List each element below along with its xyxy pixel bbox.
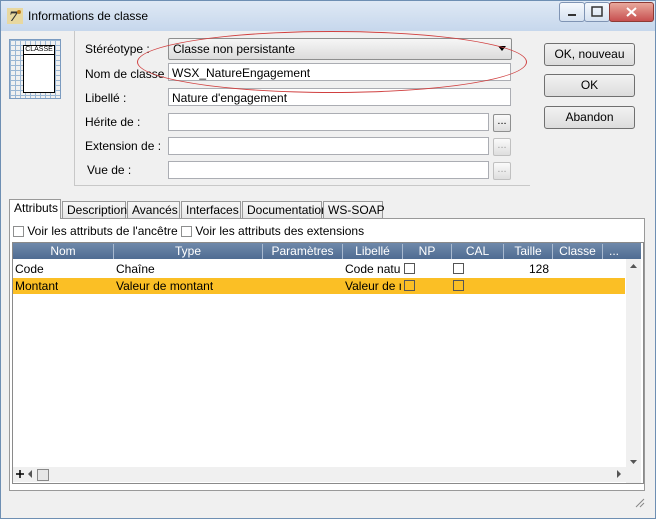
header-np[interactable]: NP — [403, 244, 452, 259]
libelle-label: Libellé : — [85, 91, 127, 105]
svg-text:7: 7 — [9, 10, 18, 24]
minimize-icon — [568, 14, 576, 16]
extensions-checkbox[interactable] — [181, 226, 192, 237]
cell-libelle: Code natur — [345, 262, 401, 276]
header-nom[interactable]: Nom — [13, 244, 114, 259]
highlight-ellipse — [137, 31, 527, 93]
maximize-icon — [591, 6, 603, 17]
vue-browse-button[interactable]: ... — [493, 162, 511, 180]
title-bar[interactable]: 7 Informations de classe — [1, 1, 655, 31]
cell-type: Valeur de montant — [116, 279, 214, 293]
header-classe[interactable]: Classe — [553, 244, 603, 259]
table-row[interactable]: Montant Valeur de montant Valeur de m — [13, 278, 625, 294]
vertical-scrollbar[interactable] — [626, 259, 641, 483]
cell-nom: Montant — [15, 279, 59, 293]
expand-icon[interactable] — [15, 468, 25, 480]
header-libelle[interactable]: Libellé — [343, 244, 403, 259]
herite-field[interactable] — [168, 113, 489, 131]
header-cal[interactable]: CAL — [452, 244, 504, 259]
header-taille[interactable]: Taille — [504, 244, 553, 259]
class-icon: CLASSE — [9, 39, 61, 99]
window-title: Informations de classe — [28, 9, 149, 23]
extension-field[interactable] — [168, 137, 489, 155]
cell-libelle: Valeur de m — [345, 279, 401, 293]
herite-label: Hérite de : — [85, 115, 141, 129]
tab-interfaces[interactable]: Interfaces — [181, 201, 241, 218]
header-more[interactable]: ... — [603, 244, 625, 259]
cell-type: Chaîne — [116, 262, 155, 276]
tab-documentation[interactable]: Documentation — [242, 201, 328, 218]
extensions-option[interactable]: Voir les attributs des extensions — [181, 224, 364, 238]
tab-ws-soap[interactable]: WS-SOAP — [323, 201, 385, 218]
maximize-button[interactable] — [584, 2, 610, 22]
scroll-thumb[interactable] — [37, 469, 49, 481]
vue-label: Vue de : — [87, 163, 132, 177]
ok-nouveau-button[interactable]: OK, nouveau — [544, 43, 635, 66]
cell-taille: 128 — [528, 262, 549, 276]
extension-label: Extension de : — [85, 139, 162, 153]
herite-browse-button[interactable]: ... — [493, 114, 511, 132]
table-row[interactable]: Code Chaîne Code natur 128 — [13, 261, 625, 277]
close-button[interactable] — [609, 2, 654, 22]
cal-checkbox[interactable] — [453, 263, 464, 274]
horizontal-scrollbar[interactable] — [13, 467, 626, 482]
ancetre-option[interactable]: Voir les attributs de l'ancêtre — [13, 224, 178, 238]
tab-attributs[interactable]: Attributs — [9, 199, 61, 219]
ok-button[interactable]: OK — [544, 74, 635, 97]
resize-grip-icon[interactable] — [633, 496, 645, 508]
minimize-button[interactable] — [559, 2, 585, 22]
close-icon — [626, 7, 637, 17]
tab-description[interactable]: Description — [62, 201, 127, 218]
class-icon-label: CLASSE — [24, 46, 54, 55]
ancetre-checkbox[interactable] — [13, 226, 24, 237]
header-parametres[interactable]: Paramètres — [263, 244, 343, 259]
scroll-right-icon[interactable] — [614, 468, 624, 480]
dialog-body: CLASSE Stéréotype : Classe non persistan… — [6, 31, 650, 513]
header-type[interactable]: Type — [114, 244, 263, 259]
np-checkbox[interactable] — [404, 263, 415, 274]
tab-avances[interactable]: Avancés — [127, 201, 180, 218]
abandon-button[interactable]: Abandon — [544, 106, 635, 129]
np-checkbox[interactable] — [404, 280, 415, 291]
ancetre-label: Voir les attributs de l'ancêtre — [27, 224, 178, 238]
scroll-left-icon[interactable] — [25, 468, 35, 480]
extension-browse-button[interactable]: ... — [493, 138, 511, 156]
attributs-panel: Voir les attributs de l'ancêtre Voir les… — [9, 218, 645, 491]
cell-nom: Code — [15, 262, 44, 276]
dialog-window: 7 Informations de classe CLASSE Stéréoty… — [0, 0, 656, 519]
extensions-label: Voir les attributs des extensions — [195, 224, 365, 238]
vue-field[interactable] — [168, 161, 489, 179]
scroll-down-icon[interactable] — [626, 457, 641, 467]
scroll-up-icon[interactable] — [626, 261, 641, 271]
cal-checkbox[interactable] — [453, 280, 464, 291]
app-icon: 7 — [7, 8, 23, 24]
class-box: CLASSE — [23, 45, 55, 93]
stereotype-label: Stéréotype : — [85, 42, 150, 56]
attributes-table: Nom Type Paramètres Libellé NP CAL Taill… — [12, 242, 644, 484]
table-header: Nom Type Paramètres Libellé NP CAL Taill… — [13, 243, 641, 259]
